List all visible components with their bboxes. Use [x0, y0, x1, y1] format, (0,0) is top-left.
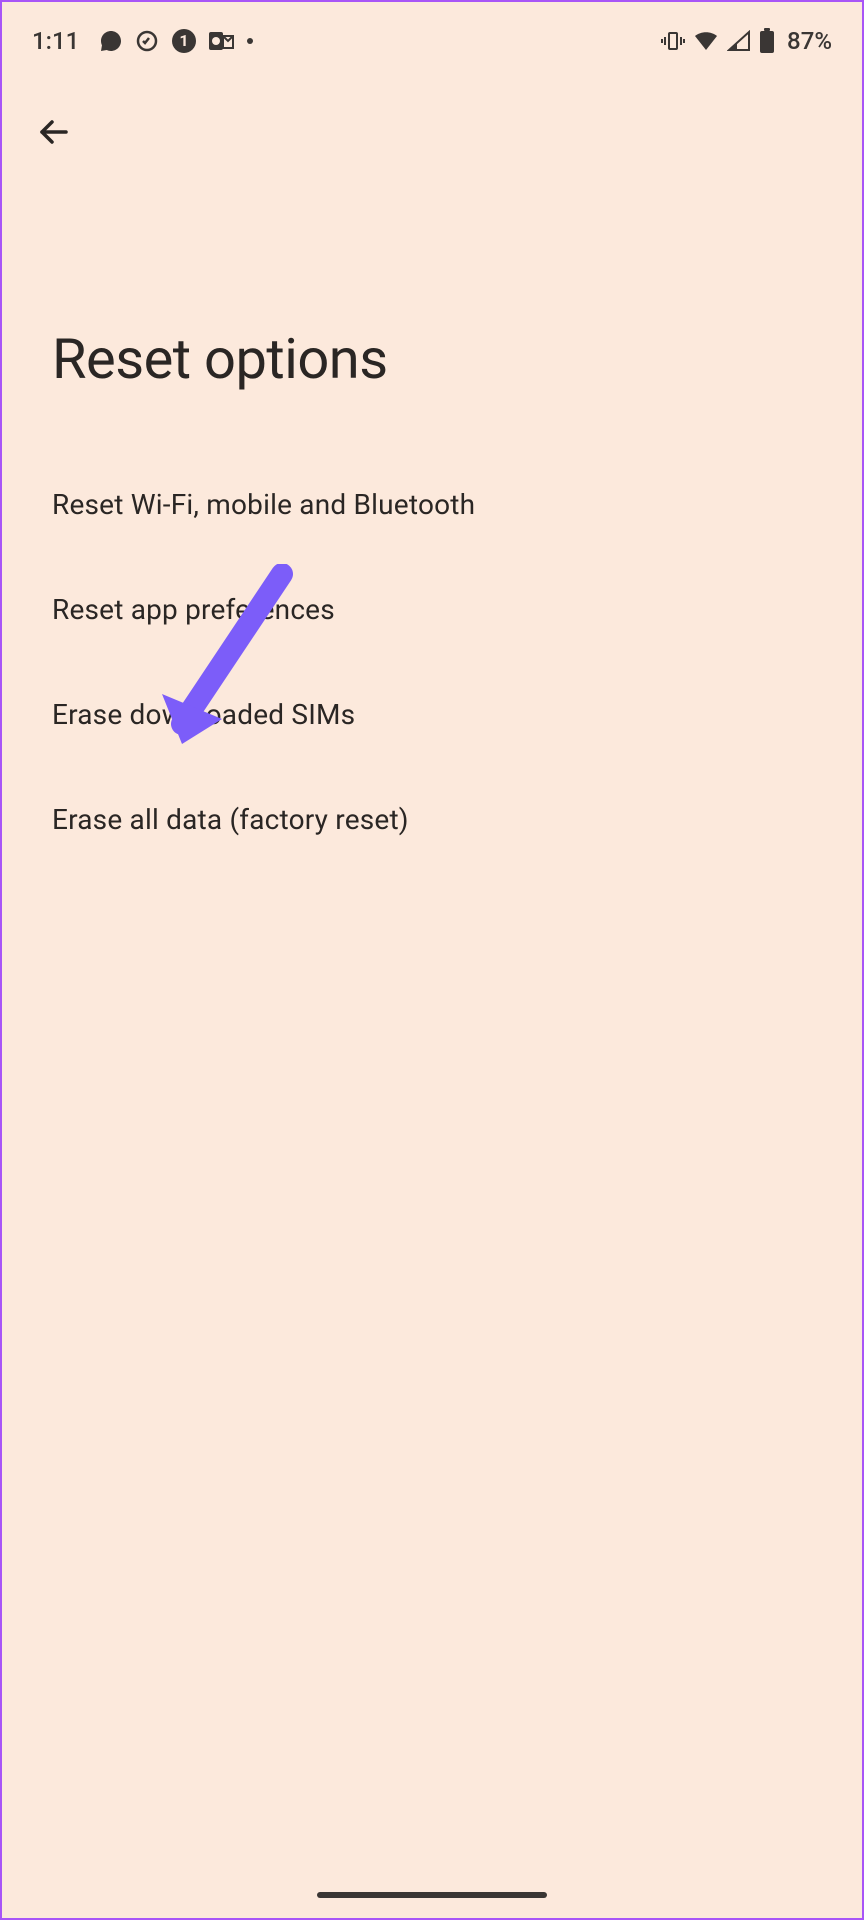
reset-options-list: Reset Wi-Fi, mobile and Bluetooth Reset …	[2, 452, 862, 872]
chat-icon	[99, 29, 123, 53]
battery-percentage: 87%	[787, 27, 832, 55]
back-button[interactable]	[2, 72, 862, 156]
status-bar: 1:11 1	[2, 2, 862, 72]
home-indicator[interactable]	[317, 1892, 547, 1898]
status-bar-right: 87%	[661, 27, 832, 55]
notification-badge-icon: 1	[171, 28, 197, 54]
wifi-icon	[693, 30, 719, 52]
erase-all-data-factory-reset-option[interactable]: Erase all data (factory reset)	[52, 767, 812, 872]
more-notifications-icon	[247, 38, 253, 44]
svg-text:1: 1	[180, 31, 189, 50]
reset-app-preferences-option[interactable]: Reset app preferences	[52, 557, 812, 662]
status-bar-left: 1:11 1	[32, 27, 253, 55]
cloud-sync-icon	[135, 29, 159, 53]
erase-downloaded-sims-option[interactable]: Erase downloaded SIMs	[52, 662, 812, 767]
page-title: Reset options	[2, 156, 862, 452]
status-time: 1:11	[32, 27, 79, 55]
cellular-signal-icon	[727, 30, 751, 52]
outlook-icon	[209, 30, 235, 52]
vibrate-icon	[661, 29, 685, 53]
reset-wifi-mobile-bluetooth-option[interactable]: Reset Wi-Fi, mobile and Bluetooth	[52, 452, 812, 557]
battery-icon	[759, 28, 775, 54]
